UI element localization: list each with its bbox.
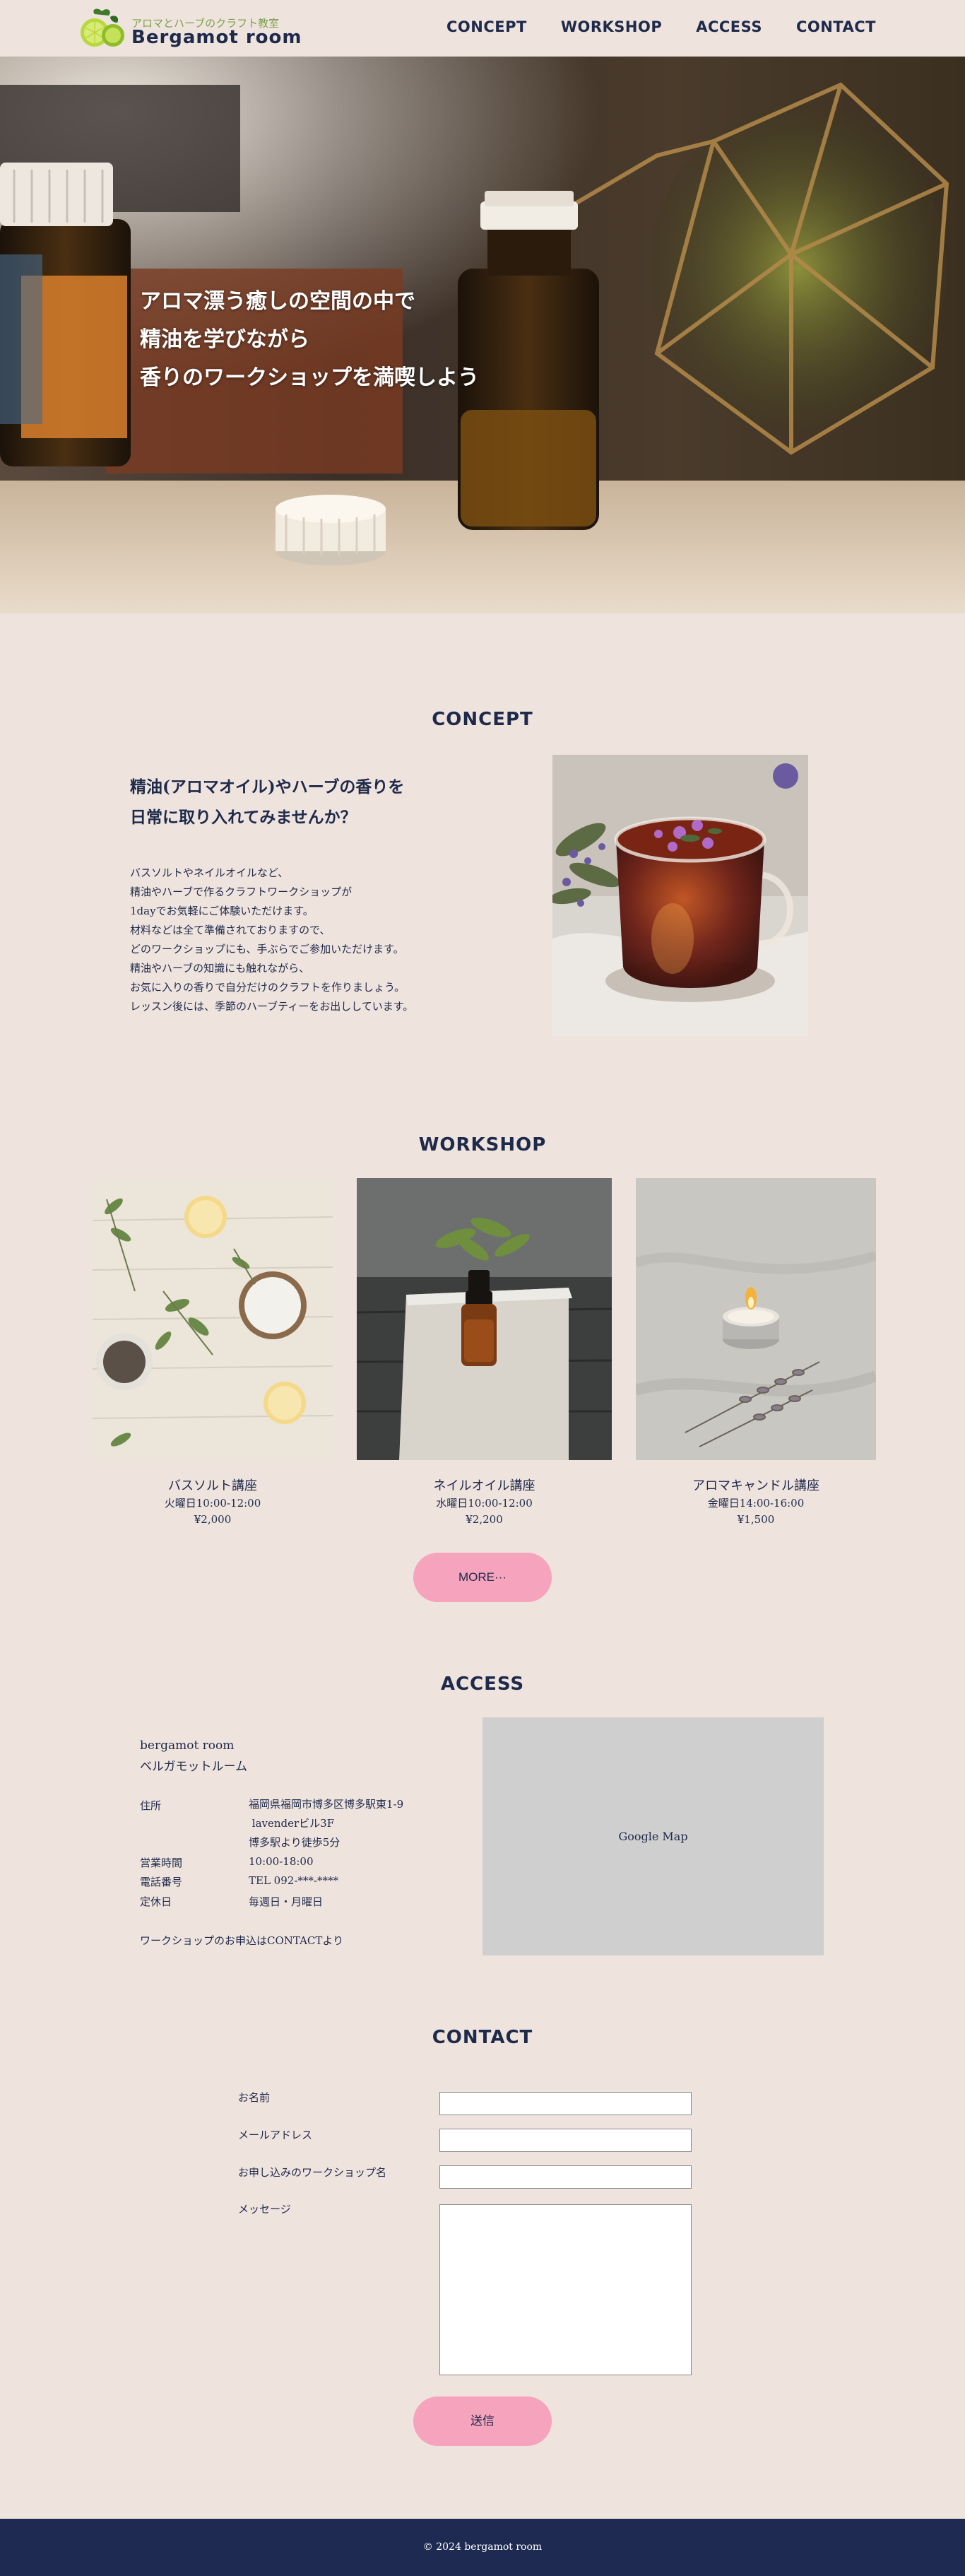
workshop-price: ¥2,200 — [466, 1513, 503, 1526]
closed-label: 定休日 — [140, 1895, 172, 1908]
closed-value: 毎週日・月曜日 — [249, 1895, 324, 1908]
message-textarea[interactable] — [439, 2204, 692, 2375]
name-input[interactable] — [439, 2092, 692, 2115]
nav-workshop[interactable]: WORKSHOP — [561, 18, 662, 35]
nav-access[interactable]: ACCESS — [696, 18, 762, 35]
tel-value: TEL 092-***-**** — [249, 1874, 338, 1887]
hero-copy: アロマ漂う癒しの空間の中で 精油を学びながら 香りのワークショップを満喫しよう — [140, 283, 479, 397]
concept-body-line: お気に入りの香りで自分だけのクラフトを作りましょう。 — [130, 981, 405, 994]
shop-name-en: bergamot room — [140, 1739, 235, 1753]
email-label: メールアドレス — [238, 2129, 313, 2141]
site-header: アロマとハーブのクラフト教室 Bergamot room CONCEPT WOR… — [0, 0, 965, 57]
bergamot-logo-icon — [81, 8, 124, 47]
workshop-image-aroma-candle — [636, 1178, 876, 1460]
workshop-name: ネイルオイル講座 — [433, 1478, 535, 1493]
concept-body-line: どのワークショップにも、手ぶらでご参加いただけます。 — [130, 943, 404, 955]
nav-contact[interactable]: CONTACT — [796, 18, 876, 35]
site-footer: © 2024 bergamot room — [0, 2519, 965, 2576]
concept-title: CONCEPT — [432, 709, 533, 730]
concept-heading-line-2: 日常に取り入れてみませんか？ — [130, 808, 357, 827]
address-line: 博多駅より徒歩5分 — [249, 1836, 341, 1849]
concept-heading: 精油(アロマオイル)やハーブの香りを 日常に取り入れてみませんか？ — [130, 772, 404, 833]
message-label: メッセージ — [238, 2203, 291, 2216]
workshop-image-nail-oil — [357, 1178, 612, 1460]
concept-body-line: レッスン後には、季節のハーブティーをお出ししています。 — [130, 1000, 414, 1013]
workshop-name-label: お申し込みのワークショップ名 — [238, 2166, 387, 2179]
site-logo[interactable]: アロマとハーブのクラフト教室 Bergamot room — [73, 6, 302, 52]
google-map[interactable]: Google Map — [482, 1717, 824, 1955]
hero-line-1: アロマ漂う癒しの空間の中で — [140, 289, 415, 314]
workshop-time: 火曜日10:00-12:00 — [164, 1497, 261, 1510]
access-title: ACCESS — [440, 1674, 525, 1695]
workshop-title: WORKSHOP — [418, 1134, 547, 1155]
address-line: 福岡県福岡市博多区博多駅東1-9 — [249, 1798, 404, 1811]
hero-line-3: 香りのワークショップを満喫しよう — [140, 365, 479, 390]
concept-body-line: 精油やハーブで作るクラフトワークショップが — [130, 886, 353, 898]
access-note: ワークショップのお申込はCONTACTより — [140, 1934, 344, 1947]
nav-concept[interactable]: CONCEPT — [446, 18, 527, 35]
tel-label: 電話番号 — [140, 1876, 183, 1888]
workshop-price: ¥1,500 — [737, 1513, 775, 1526]
main-nav: CONCEPT WORKSHOP ACCESS CONTACT — [446, 18, 876, 35]
hours-value: 10:00-18:00 — [249, 1855, 314, 1868]
map-label: Google Map — [618, 1830, 688, 1843]
shop-name: bergamot room ベルガモットルーム — [140, 1735, 247, 1777]
more-button[interactable]: MORE··· — [413, 1553, 552, 1602]
contact-title: CONTACT — [432, 2027, 533, 2048]
workshop-time: 水曜日10:00-12:00 — [436, 1497, 533, 1510]
address-label: 住所 — [140, 1799, 162, 1812]
workshop-name: バスソルト講座 — [168, 1478, 257, 1493]
workshop-image-bath-salt — [93, 1178, 333, 1460]
concept-body-line: 材料などは全て準備されておりますので、 — [130, 924, 331, 936]
copyright: © 2024 bergamot room — [422, 2541, 543, 2553]
workshop-time: 金曜日14:00-16:00 — [707, 1497, 805, 1510]
workshop-name: アロマキャンドル講座 — [692, 1478, 819, 1493]
shop-name-ja: ベルガモットルーム — [140, 1760, 247, 1774]
address-value: 福岡県福岡市博多区博多駅東1-9 lavenderビル3F 博多駅より徒歩5分 — [249, 1795, 403, 1852]
logo-title: Bergamot room — [131, 27, 302, 48]
hero-section: アロマ漂う癒しの空間の中で 精油を学びながら 香りのワークショップを満喫しよう — [0, 57, 965, 613]
workshop-price: ¥2,000 — [194, 1513, 232, 1526]
concept-heading-line-1: 精油(アロマオイル)やハーブの香りを — [130, 777, 405, 796]
submit-button[interactable]: 送信 — [413, 2396, 552, 2446]
concept-body-line: 1dayでお気軽にご体験いただけます。 — [130, 905, 314, 917]
page: アロマとハーブのクラフト教室 Bergamot room CONCEPT WOR… — [0, 0, 965, 2576]
hero-line-2: 精油を学びながら — [140, 327, 309, 352]
address-line: lavenderビル3F — [249, 1817, 335, 1830]
concept-body-line: バスソルトやネイルオイルなど、 — [130, 866, 289, 879]
hours-label: 営業時間 — [140, 1857, 183, 1869]
name-label: お名前 — [238, 2091, 271, 2104]
concept-body: バスソルトやネイルオイルなど、 精油やハーブで作るクラフトワークショップが 1d… — [130, 864, 413, 1016]
workshop-name-input[interactable] — [439, 2165, 692, 2189]
concept-tea-image — [552, 755, 808, 1036]
email-input[interactable] — [439, 2129, 692, 2152]
concept-body-line: 精油やハーブの知識にも触れながら、 — [130, 962, 310, 975]
